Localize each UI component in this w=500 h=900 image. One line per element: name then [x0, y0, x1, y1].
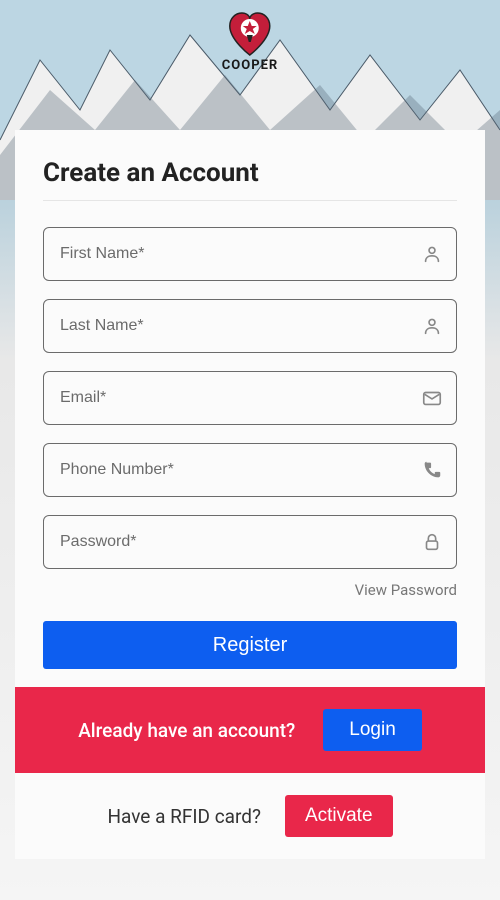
- person-icon: [421, 243, 443, 265]
- person-icon: [421, 315, 443, 337]
- first-name-field-wrap: [43, 227, 457, 281]
- register-button[interactable]: Register: [43, 621, 457, 669]
- last-name-field-wrap: [43, 299, 457, 353]
- mail-icon: [421, 387, 443, 409]
- brand-name: COOPER: [222, 58, 278, 73]
- password-field-wrap: [43, 515, 457, 569]
- first-name-input[interactable]: [43, 227, 457, 281]
- activate-prompt-bar: Have a RFID card? Activate: [15, 773, 485, 859]
- login-prompt-bar: Already have an account? Login: [15, 687, 485, 773]
- view-password-toggle[interactable]: View Password: [43, 581, 457, 599]
- page-title: Create an Account: [43, 158, 457, 201]
- heart-logo-icon: [225, 10, 275, 60]
- activate-prompt-text: Have a RFID card?: [107, 805, 260, 828]
- activate-button[interactable]: Activate: [285, 795, 393, 837]
- lock-icon: [421, 531, 443, 553]
- login-button[interactable]: Login: [323, 709, 422, 751]
- email-input[interactable]: [43, 371, 457, 425]
- login-prompt-text: Already have an account?: [78, 719, 295, 742]
- phone-input[interactable]: [43, 443, 457, 497]
- phone-field-wrap: [43, 443, 457, 497]
- phone-icon: [421, 459, 443, 481]
- email-field-wrap: [43, 371, 457, 425]
- signup-card: Create an Account: [15, 130, 485, 859]
- brand-logo: COOPER: [222, 10, 278, 73]
- password-input[interactable]: [43, 515, 457, 569]
- last-name-input[interactable]: [43, 299, 457, 353]
